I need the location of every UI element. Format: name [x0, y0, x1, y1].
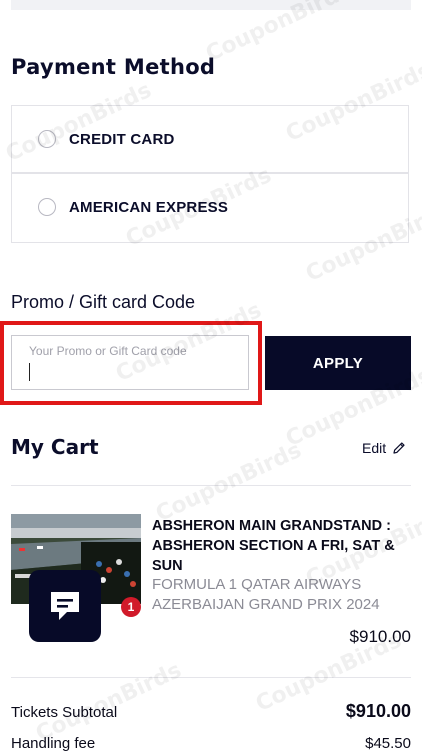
chat-notification-badge: 1	[121, 597, 141, 617]
credit-card-radio[interactable]	[38, 130, 56, 148]
chat-icon	[51, 592, 79, 620]
item-name: ABSHERON MAIN GRANDSTAND : ABSHERON SECT…	[152, 518, 395, 574]
edit-cart-link[interactable]: Edit	[362, 440, 406, 456]
promo-code-placeholder: Your Promo or Gift Card code	[29, 344, 187, 358]
pencil-icon	[393, 442, 405, 454]
item-price: $910.00	[349, 627, 411, 646]
watermark: CouponBirds	[32, 657, 186, 748]
my-cart-title: My Cart	[11, 435, 99, 459]
edit-label: Edit	[362, 440, 387, 456]
watermark: CouponBirds	[152, 437, 306, 528]
payment-method-title: Payment Method	[11, 55, 216, 79]
apply-button[interactable]: APPLY	[265, 336, 411, 390]
cart-divider-bottom	[11, 677, 411, 678]
american-express-label: AMERICAN EXPRESS	[69, 199, 229, 216]
american-express-radio[interactable]	[38, 198, 56, 216]
credit-card-label: CREDIT CARD	[69, 131, 175, 148]
item-event-name: FORMULA 1 QATAR AIRWAYS AZERBAIJAN GRAND…	[152, 576, 380, 613]
promo-code-input[interactable]: Your Promo or Gift Card code	[11, 335, 249, 390]
top-section-strip	[11, 0, 411, 10]
payment-option-american-express[interactable]: AMERICAN EXPRESS	[11, 173, 409, 243]
handling-fee-label: Handling fee	[11, 735, 96, 752]
subtotal-label: Tickets Subtotal	[11, 704, 118, 721]
cart-divider-top	[11, 485, 411, 486]
text-cursor	[29, 363, 30, 381]
promo-code-title: Promo / Gift card Code	[11, 292, 196, 312]
chat-button[interactable]	[29, 570, 101, 642]
payment-option-credit-card[interactable]: CREDIT CARD	[11, 105, 409, 173]
watermark: CouponBirds	[202, 0, 356, 68]
subtotal-value: $910.00	[345, 701, 411, 721]
handling-fee-value: $45.50	[365, 735, 411, 752]
